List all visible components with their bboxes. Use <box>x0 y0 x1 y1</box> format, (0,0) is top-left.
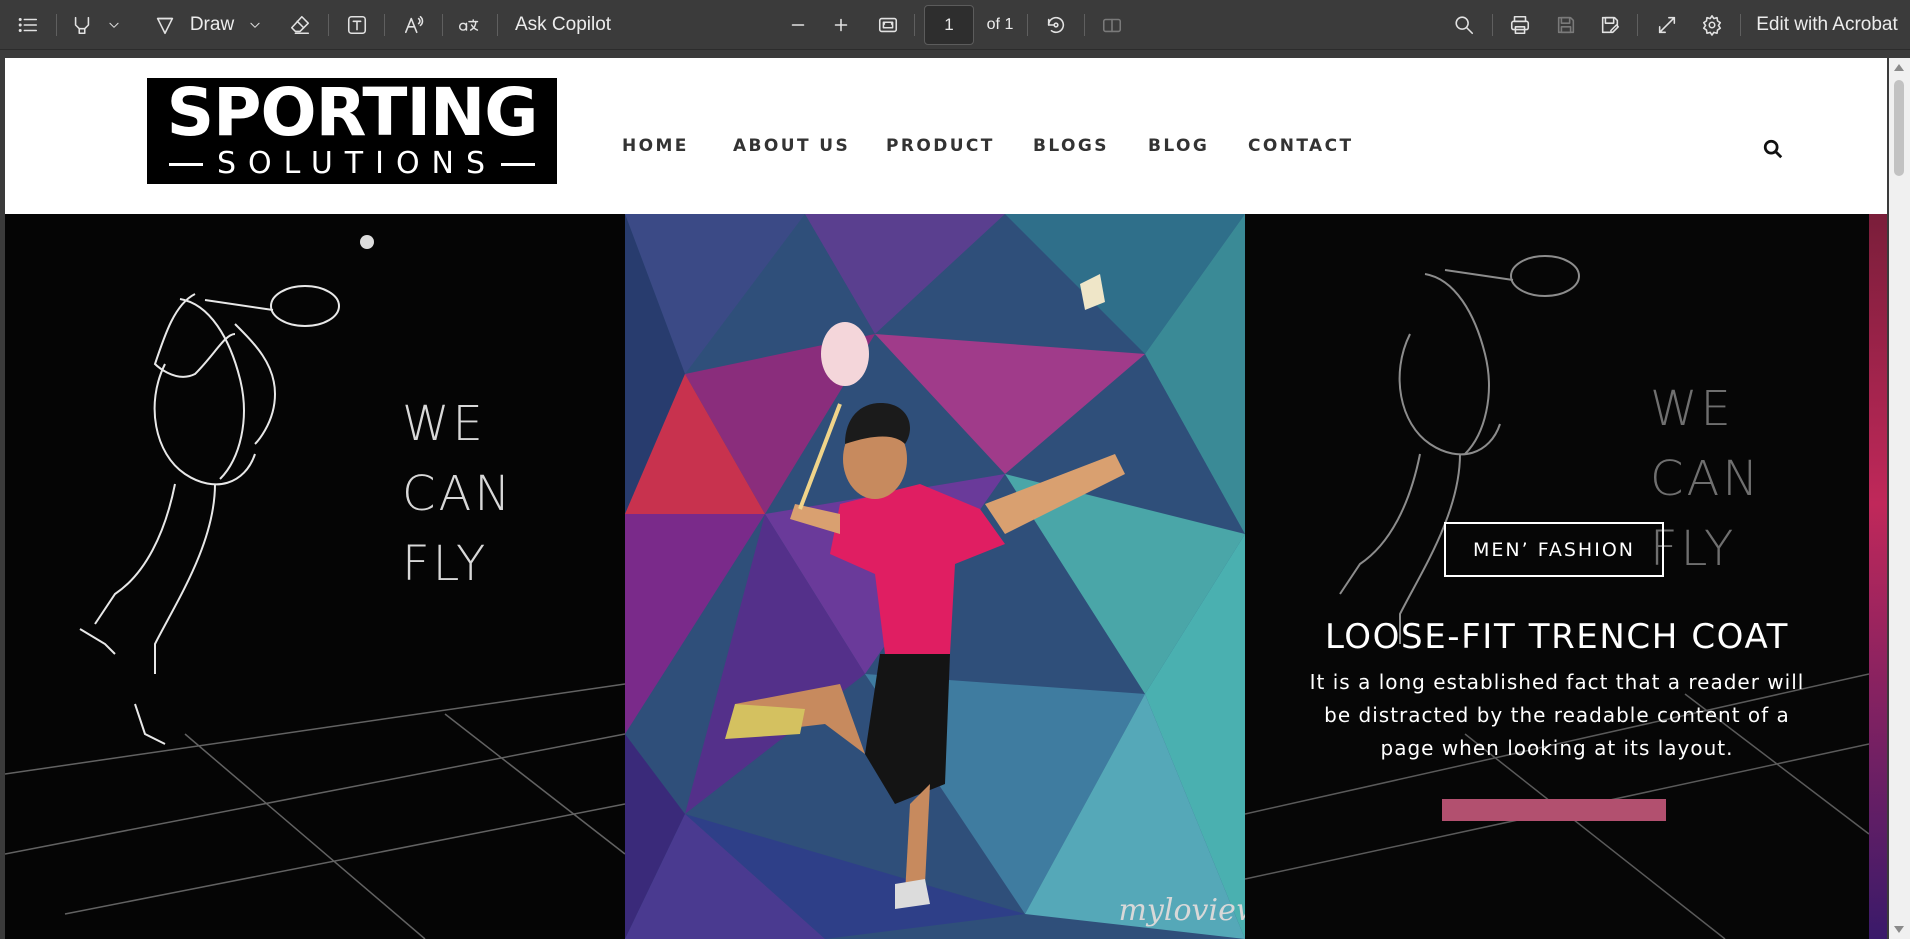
chevron-down-icon[interactable] <box>248 0 262 50</box>
page-number-input[interactable]: 1 <box>924 5 974 45</box>
nav-item-product[interactable]: PRODUCT <box>886 136 995 156</box>
draw-button[interactable]: Draw <box>190 0 234 50</box>
nav-item-contact[interactable]: CONTACT <box>1248 136 1353 156</box>
slogan-text: WE CAN FLY <box>402 396 514 592</box>
nav-item-about-us[interactable]: ABOUT US <box>733 136 850 156</box>
edit-with-acrobat-button[interactable]: Edit with Acrobat <box>1756 0 1898 50</box>
pdf-page: SPORTING SOLUTIONS HOME ABOUT US PRODUCT… <box>5 58 1887 939</box>
scrollbar-thumb[interactable] <box>1894 80 1904 176</box>
player-sketch-image <box>5 214 625 939</box>
text-box-icon[interactable] <box>345 0 369 50</box>
slide-description: It is a long established fact that a rea… <box>1309 670 1805 760</box>
settings-icon[interactable] <box>1700 0 1724 50</box>
site-logo[interactable]: SPORTING SOLUTIONS <box>147 78 557 184</box>
rotate-icon[interactable] <box>1044 0 1068 50</box>
highlight-icon[interactable] <box>70 0 94 50</box>
nav-item-home[interactable]: HOME <box>622 136 689 156</box>
contents-icon[interactable] <box>16 0 40 50</box>
pdf-toolbar: Draw Ask Copilot 1 of 1 Edit with Acroba… <box>0 0 1910 50</box>
zoom-in-icon[interactable] <box>830 0 852 50</box>
category-tag-button[interactable]: MEN’ FASHION <box>1444 522 1664 577</box>
search-icon[interactable] <box>1452 0 1476 50</box>
eraser-icon[interactable] <box>288 0 312 50</box>
page-view-icon[interactable] <box>1100 0 1124 50</box>
fit-page-icon[interactable] <box>876 0 900 50</box>
site-header: SPORTING SOLUTIONS HOME ABOUT US PRODUCT… <box>5 58 1887 214</box>
nav-item-blogs[interactable]: BLOGS <box>1033 136 1109 156</box>
read-aloud-icon[interactable] <box>402 0 426 50</box>
slide-caption: MEN’ FASHION LOOSE-FIT TRENCH COAT It is… <box>1245 214 1869 939</box>
next-slide-edge <box>1869 214 1887 939</box>
fullscreen-icon[interactable] <box>1655 0 1679 50</box>
site-search-icon[interactable] <box>1762 138 1784 160</box>
translate-icon[interactable] <box>456 0 482 50</box>
scroll-down-icon[interactable] <box>1894 926 1904 933</box>
vertical-scrollbar[interactable] <box>1889 58 1910 939</box>
slide-cta-button[interactable] <box>1442 799 1666 821</box>
ask-copilot-button[interactable]: Ask Copilot <box>515 0 611 50</box>
save-as-icon[interactable] <box>1598 0 1622 50</box>
chevron-down-icon[interactable] <box>107 0 121 50</box>
scroll-up-icon[interactable] <box>1894 64 1904 71</box>
save-icon[interactable] <box>1554 0 1578 50</box>
draw-icon[interactable] <box>153 0 177 50</box>
slide-title: LOOSE-FIT TRENCH COAT <box>1324 617 1790 657</box>
image-watermark: myloview <box>1118 893 1245 928</box>
lowpoly-player-image: myloview <box>625 214 1245 939</box>
page-total: of 1 <box>986 16 1014 33</box>
hero-image-center: myloview <box>625 214 1245 939</box>
zoom-out-icon[interactable] <box>787 0 809 50</box>
hero-image-left: WE CAN FLY <box>5 214 625 939</box>
print-icon[interactable] <box>1508 0 1532 50</box>
hero-slider: WE CAN FLY mylovie WE CAN FLY MEN’ FASHI… <box>5 214 1887 939</box>
nav-item-blog[interactable]: BLOG <box>1148 136 1209 156</box>
